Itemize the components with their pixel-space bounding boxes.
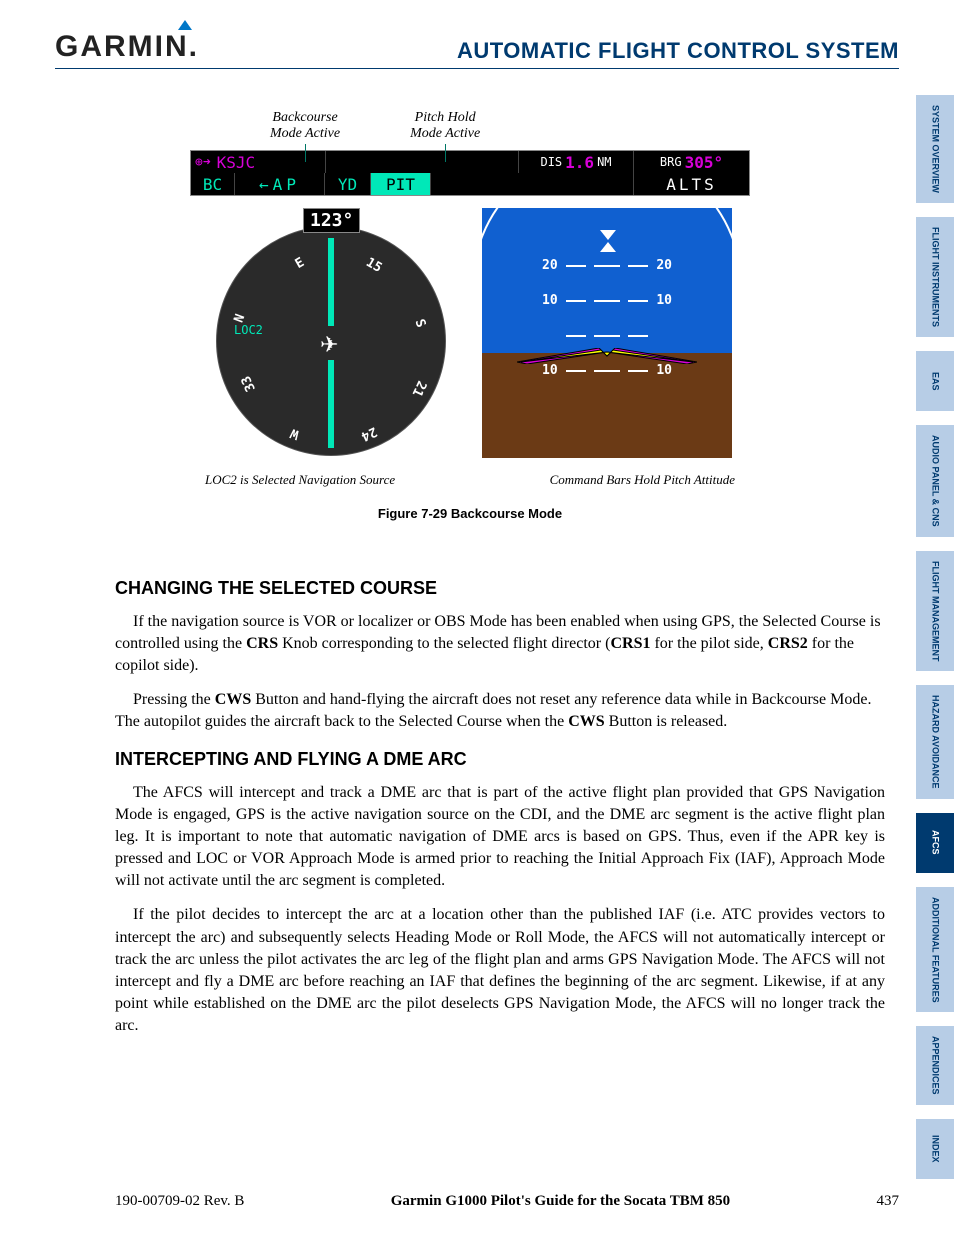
page-footer: 190-00709-02 Rev. B Garmin G1000 Pilot's… [115,1193,899,1210]
dis-value: 1.6 [565,153,594,172]
paragraph: The AFCS will intercept and track a DME … [115,782,885,892]
dis-unit: NM [597,155,611,169]
logo-delta-icon [178,20,192,30]
yd-status: YD [325,173,371,195]
attitude-display: 2020 1010 0000 1010 [482,208,732,458]
bc-mode: BC [191,173,235,195]
hsi-display: 123° LOC2 ✈ E 15 S 21 24 W 33 N [208,208,454,458]
callout-pitch-hold: Pitch Hold Mode Active [410,110,480,142]
caption-right: Command Bars Hold Pitch Attitude [550,472,735,488]
callout-text: Pitch Hold [415,110,476,125]
pit-mode: PIT [371,173,431,195]
garmin-logo: GARMIN. [55,30,197,64]
waypoint-id: KSJC [217,153,256,172]
paragraph: If the pilot decides to intercept the ar… [115,904,885,1036]
compass-cardinals: E 15 S 21 24 W 33 N [216,216,454,458]
callout-backcourse: Backcourse Mode Active [270,110,340,142]
logo-text: GARMIN [55,30,189,63]
callout-line-icon [305,144,306,162]
direct-to-icon: ⊕➜ [195,155,211,170]
doc-title: Garmin G1000 Pilot's Guide for the Socat… [391,1193,730,1210]
heading-changing-course: CHANGING THE SELECTED COURSE [115,576,885,601]
figure-callouts: Backcourse Mode Active Pitch Hold Mode A… [190,110,750,142]
command-bars-icon [517,348,697,364]
tab-index[interactable]: INDEX [916,1119,954,1179]
roll-pointer-icon [600,230,616,240]
brg-label: BRG [660,155,682,169]
dis-label: DIS [540,155,562,169]
tab-hazard-avoidance[interactable]: HAZARD AVOIDANCE [916,685,954,799]
alts-armed: ALTS [634,173,749,195]
instrument-displays: 123° LOC2 ✈ E 15 S 21 24 W 33 N 2020 101… [190,208,750,458]
figure-7-29: Backcourse Mode Active Pitch Hold Mode A… [190,110,750,521]
paragraph: If the navigation source is VOR or local… [115,611,885,677]
tab-eas[interactable]: EAS [916,351,954,411]
caption-left: LOC2 is Selected Navigation Source [205,472,395,488]
doc-number: 190-00709-02 Rev. B [115,1193,244,1210]
figure-captions: LOC2 is Selected Navigation Source Comma… [190,472,750,488]
roll-index-icon [600,242,616,252]
side-tabs: SYSTEM OVERVIEW FLIGHT INSTRUMENTS EAS A… [916,95,954,1179]
paragraph: Pressing the CWS Button and hand-flying … [115,689,885,733]
callout-line-icon [445,144,446,162]
body-content: CHANGING THE SELECTED COURSE If the navi… [115,562,885,1049]
heading-dme-arc: INTERCEPTING AND FLYING A DME ARC [115,747,885,772]
section-title: AUTOMATIC FLIGHT CONTROL SYSTEM [457,38,899,64]
callout-text: Mode Active [410,126,480,141]
empty-cell [326,151,519,173]
empty-cell [431,173,634,195]
page-header: GARMIN. AUTOMATIC FLIGHT CONTROL SYSTEM [55,30,899,69]
tab-system-overview[interactable]: SYSTEM OVERVIEW [916,95,954,203]
figure-title: Figure 7-29 Backcourse Mode [190,506,750,521]
tab-appendices[interactable]: APPENDICES [916,1026,954,1105]
tab-additional-features[interactable]: ADDITIONAL FEATURES [916,887,954,1013]
page-number: 437 [876,1193,899,1210]
ap-status: ←AP [235,173,325,195]
bearing-cell: BRG 305° [634,151,749,173]
brg-value: 305° [685,153,724,172]
afcs-status-bar: ⊕➜ KSJC DIS 1.6 NM BRG 305° BC ←AP YD PI… [190,150,750,196]
tab-afcs[interactable]: AFCS [916,813,954,873]
distance-cell: DIS 1.6 NM [519,151,634,173]
tab-flight-management[interactable]: FLIGHT MANAGEMENT [916,551,954,672]
tab-flight-instruments[interactable]: FLIGHT INSTRUMENTS [916,217,954,337]
callout-text: Mode Active [270,126,340,141]
tab-audio-cns[interactable]: AUDIO PANEL & CNS [916,425,954,537]
callout-text: Backcourse [272,110,337,125]
